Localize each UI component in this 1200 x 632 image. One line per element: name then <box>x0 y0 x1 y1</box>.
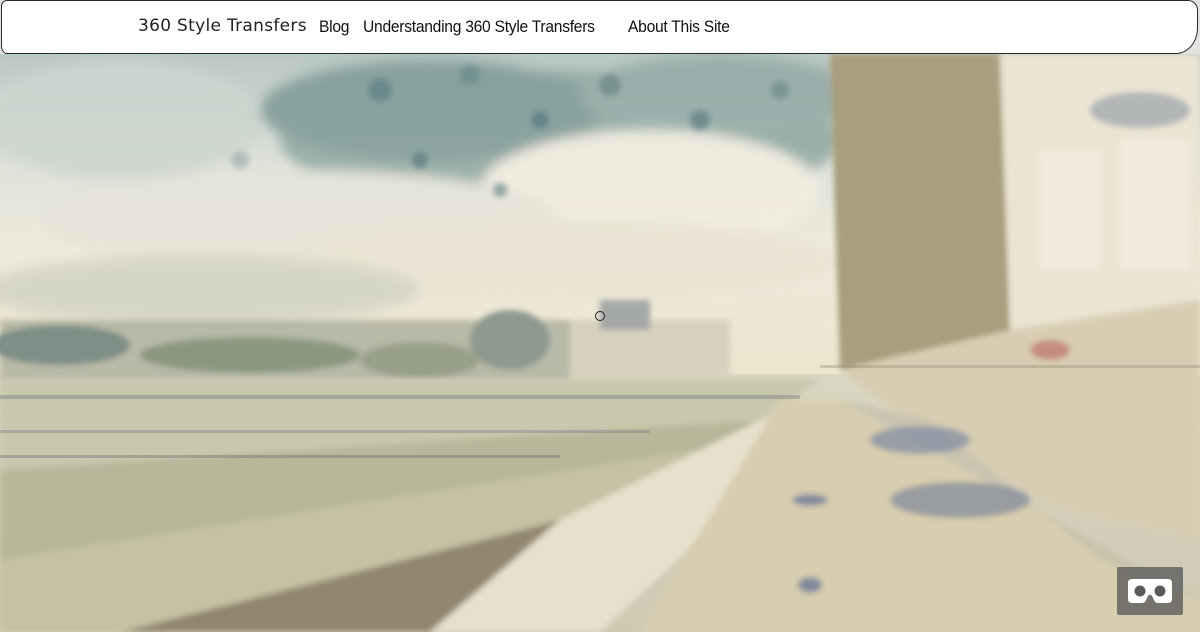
nav-link-about[interactable]: About This Site <box>628 17 730 37</box>
nav-links: Blog Understanding 360 Style Transfers A… <box>319 17 751 37</box>
vr-mode-button[interactable] <box>1117 567 1183 615</box>
circle-cursor-icon <box>595 311 605 321</box>
nav-link-blog[interactable]: Blog <box>319 17 349 37</box>
site-title-link[interactable]: 360 Style Transfers <box>138 16 307 36</box>
app-viewport: 360 Style Transfers Blog Understanding 3… <box>0 0 1200 632</box>
top-navbar: 360 Style Transfers Blog Understanding 3… <box>1 0 1198 54</box>
nav-link-understanding[interactable]: Understanding 360 Style Transfers <box>363 17 595 37</box>
vr-headset-icon <box>1128 579 1172 603</box>
